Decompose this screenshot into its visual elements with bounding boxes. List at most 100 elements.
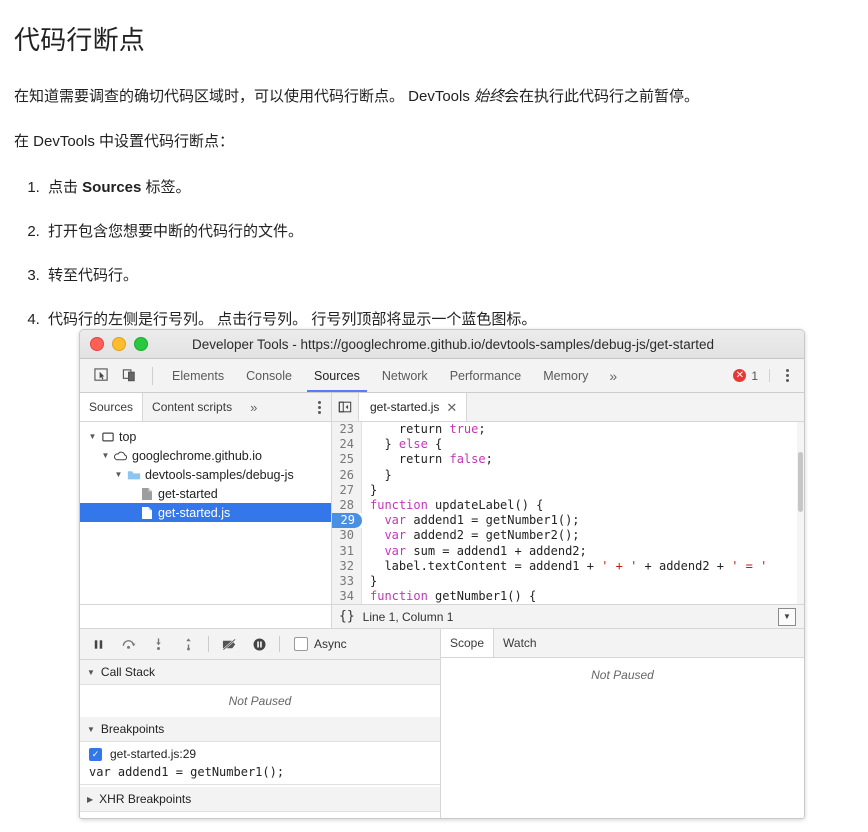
line-number[interactable]: 31: [332, 543, 362, 559]
code-token: getNumber1() {: [427, 589, 537, 604]
line-number[interactable]: 32: [332, 558, 362, 574]
code-line[interactable]: 26 }: [332, 467, 804, 483]
chevron-down-icon[interactable]: ▼: [86, 432, 99, 441]
tab-watch[interactable]: Watch: [494, 629, 546, 657]
list-item[interactable]: ✓ get-started.js:29 var addend1 = getNum…: [80, 742, 440, 787]
code-line[interactable]: 33}: [332, 573, 804, 590]
article-content: 代码行断点 在知道需要调查的确切代码区域时，可以使用代码行断点。 DevTool…: [0, 0, 868, 332]
tree-item-label: get-started.js: [158, 505, 231, 520]
editor-scrollbar[interactable]: [797, 422, 804, 604]
tabs-overflow-icon[interactable]: »: [599, 359, 627, 392]
breakpoints-section-header[interactable]: ▼ Breakpoints: [80, 717, 440, 742]
tree-item-domain[interactable]: ▼ googlechrome.github.io: [80, 446, 331, 465]
code-line[interactable]: 27}: [332, 482, 804, 498]
code-token: }: [370, 482, 378, 497]
close-window-button[interactable]: [90, 337, 104, 351]
chevron-down-icon[interactable]: ▼: [87, 725, 95, 734]
pause-resume-icon[interactable]: [88, 634, 108, 654]
tab-scope[interactable]: Scope: [440, 629, 495, 657]
chevron-down-icon[interactable]: ▼: [87, 668, 95, 677]
intro-text-after: 会在执行此代码行之前暂停。: [504, 88, 700, 105]
deactivate-breakpoints-icon[interactable]: [219, 634, 239, 654]
xhr-breakpoints-section-header[interactable]: ▶ XHR Breakpoints: [80, 787, 440, 812]
tab-memory[interactable]: Memory: [532, 359, 599, 392]
code-editor[interactable]: 23 return true; 24 } else { 25 return fa…: [332, 422, 804, 604]
tab-sources[interactable]: Sources: [303, 359, 371, 392]
code-line[interactable]: 23 return true;: [332, 422, 804, 438]
scope-watch-pane: Scope Watch Not Paused: [440, 629, 804, 818]
tab-performance[interactable]: Performance: [439, 359, 533, 392]
tree-item-get-started[interactable]: ▼ get-started: [80, 484, 331, 503]
subtab-sources[interactable]: Sources: [80, 393, 144, 421]
breakpoint-row[interactable]: ✓ get-started.js:29: [80, 747, 440, 761]
close-icon[interactable]: ✕: [446, 401, 457, 414]
status-bar-left: {} Line 1, Column 1: [331, 609, 778, 624]
breakpoint-line-number[interactable]: 29: [332, 513, 362, 529]
collapse-navigator-icon[interactable]: [332, 393, 359, 421]
step-text-before: 点击: [48, 178, 83, 196]
line-number[interactable]: 34: [332, 589, 362, 604]
error-badge[interactable]: ✕ 1: [733, 369, 767, 383]
scope-watch-tabbar: Scope Watch: [440, 629, 804, 658]
tree-item-top[interactable]: ▼ top: [80, 427, 331, 446]
code-token: ;: [478, 422, 486, 436]
code-text: var addend1 = getNumber1();: [362, 513, 579, 528]
navigator-kebab-menu-icon[interactable]: [308, 400, 331, 414]
code-text: }: [362, 483, 377, 498]
code-token: false: [449, 452, 486, 467]
chevron-right-icon[interactable]: ▶: [87, 795, 93, 804]
code-text: label.textContent = addend1 + ' + ' + ad…: [362, 559, 767, 574]
subtab-content-scripts[interactable]: Content scripts: [143, 393, 241, 421]
call-stack-section-header[interactable]: ▼ Call Stack: [80, 660, 440, 685]
code-line[interactable]: 34 function getNumber1() {: [332, 589, 804, 604]
kebab-menu-icon[interactable]: [769, 369, 796, 382]
tab-elements[interactable]: Elements: [161, 359, 235, 392]
line-number[interactable]: 26: [332, 467, 362, 483]
tab-console[interactable]: Console: [235, 359, 303, 392]
chevron-down-icon[interactable]: ▼: [112, 470, 125, 479]
scope-empty-message: Not Paused: [591, 668, 654, 682]
list-item: 转至代码行。: [44, 264, 852, 288]
tab-network[interactable]: Network: [371, 359, 439, 392]
step-out-icon[interactable]: [178, 634, 198, 654]
navigator-tabbar: Sources Content scripts »: [80, 393, 332, 421]
code-line[interactable]: 32 label.textContent = addend1 + ' + ' +…: [332, 558, 804, 574]
file-navigator-tree[interactable]: ▼ top ▼ googlechrome.github.io ▼ devtool…: [80, 422, 332, 604]
code-token: updateLabel() {: [427, 497, 544, 512]
line-number[interactable]: 23: [332, 422, 362, 438]
line-number[interactable]: 25: [332, 452, 362, 468]
code-line[interactable]: 31 var sum = addend1 + addend2;: [332, 543, 804, 559]
editor-file-tab[interactable]: get-started.js ✕: [359, 393, 468, 421]
tree-item-folder[interactable]: ▼ devtools-samples/debug-js: [80, 465, 331, 484]
line-number[interactable]: 28: [332, 497, 362, 514]
format-code-icon[interactable]: {}: [339, 609, 355, 624]
inspect-element-icon[interactable]: [88, 365, 114, 387]
step-into-icon[interactable]: [148, 634, 168, 654]
breakpoint-checkbox[interactable]: ✓: [89, 747, 102, 761]
step-text-before: 转至代码行。: [48, 266, 139, 284]
step-over-icon[interactable]: [118, 634, 138, 654]
line-number[interactable]: 24: [332, 437, 362, 453]
jump-to-icon[interactable]: ▼: [778, 607, 796, 626]
subtabs-overflow-icon[interactable]: »: [241, 400, 266, 415]
line-number[interactable]: 33: [332, 573, 362, 590]
code-line[interactable]: 28 function updateLabel() {: [332, 497, 804, 514]
code-line[interactable]: 24 } else {: [332, 437, 804, 453]
chevron-down-icon[interactable]: ▼: [99, 451, 112, 460]
code-token: return: [370, 452, 450, 467]
device-toolbar-icon[interactable]: [116, 365, 142, 387]
async-checkbox[interactable]: [294, 637, 308, 651]
code-line-breakpoint[interactable]: 29 var addend1 = getNumber1();: [332, 513, 804, 529]
debugger-sidebar: Async ▼ Call Stack Not Paused ▼ Breakpoi…: [80, 629, 441, 818]
tree-item-get-started-js[interactable]: ▼ get-started.js: [80, 503, 331, 522]
code-line[interactable]: 30 var addend2 = getNumber2();: [332, 528, 804, 544]
code-token: + addend2 +: [637, 558, 732, 573]
pause-on-exceptions-icon[interactable]: [249, 634, 269, 654]
line-number[interactable]: 27: [332, 482, 362, 498]
async-checkbox-group[interactable]: Async: [294, 637, 347, 651]
line-number[interactable]: 30: [332, 528, 362, 544]
code-line[interactable]: 25 return false;: [332, 452, 804, 468]
code-text: var addend2 = getNumber2();: [362, 528, 579, 543]
